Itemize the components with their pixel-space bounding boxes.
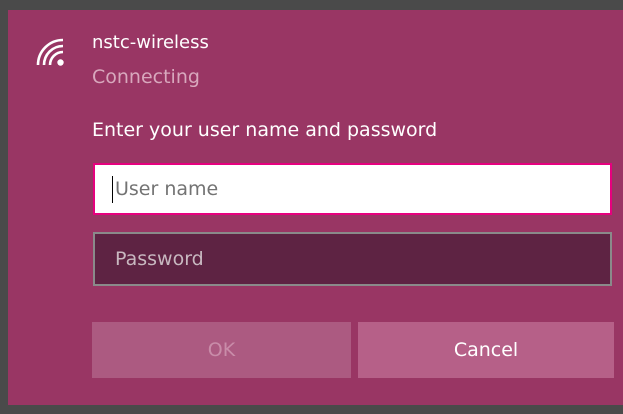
username-input[interactable] [93,163,612,215]
wifi-flyout-window: nstc-wireless Connecting Enter your user… [0,0,623,414]
credentials-prompt: Enter your user name and password [92,119,438,141]
cancel-button[interactable]: Cancel [358,322,614,378]
ok-button[interactable]: OK [92,322,351,378]
wifi-secured-icon [36,38,64,66]
password-input[interactable] [93,232,612,286]
network-status: Connecting [92,66,200,88]
text-caret [112,176,113,203]
wifi-connect-panel: nstc-wireless Connecting Enter your user… [8,10,623,405]
network-name: nstc-wireless [92,32,209,53]
